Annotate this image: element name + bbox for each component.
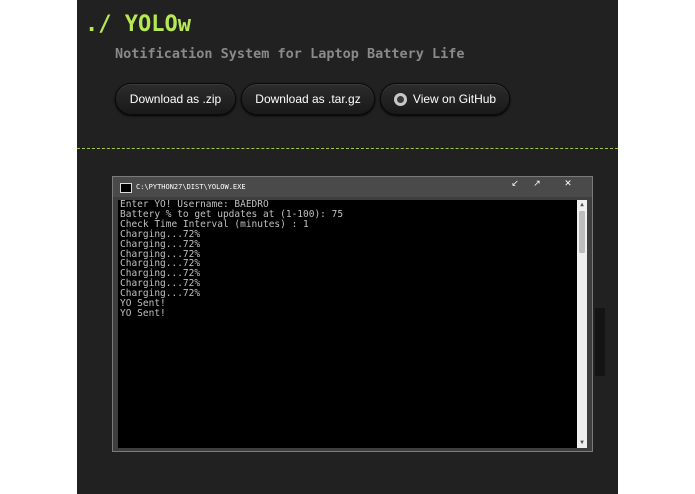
page-title: ./ YOLOw (85, 12, 191, 37)
console-window-title: C:\PYTHON27\DIST\YOLOW.EXE (136, 183, 246, 191)
console-app-icon (120, 183, 132, 193)
download-zip-label: Download as .zip (129, 92, 222, 106)
download-zip-button[interactable]: Download as .zip (115, 83, 236, 115)
download-targz-label: Download as .tar.gz (255, 92, 361, 106)
minimize-icon[interactable]: ↙ (504, 178, 526, 190)
console-window[interactable]: C:\PYTHON27\DIST\YOLOW.EXE ↙ ↗ ✕ Enter Y… (112, 176, 593, 452)
github-icon (393, 92, 407, 106)
section-divider (77, 148, 618, 149)
scrollbar-thumb[interactable] (579, 211, 585, 253)
view-on-github-label: View on GitHub (412, 92, 497, 106)
scroll-down-arrow-icon[interactable]: ▼ (577, 438, 587, 448)
view-on-github-button[interactable]: View on GitHub (380, 83, 510, 115)
side-panel-edge (595, 308, 605, 376)
close-icon[interactable]: ✕ (548, 178, 588, 190)
scroll-up-arrow-icon[interactable]: ▲ (577, 200, 587, 210)
console-titlebar[interactable]: C:\PYTHON27\DIST\YOLOW.EXE ↙ ↗ ✕ (113, 177, 592, 197)
console-output-area[interactable]: Enter YO! Username: BAEDRO Battery % to … (118, 200, 587, 448)
console-scrollbar[interactable]: ▲ ▼ (577, 200, 587, 448)
page-container: ./ YOLOw Notification System for Laptop … (77, 0, 618, 494)
download-targz-button[interactable]: Download as .tar.gz (241, 83, 375, 115)
maximize-icon[interactable]: ↗ (526, 178, 548, 190)
page-tagline: Notification System for Laptop Battery L… (115, 46, 465, 62)
console-output-text: Enter YO! Username: BAEDRO Battery % to … (120, 199, 344, 319)
